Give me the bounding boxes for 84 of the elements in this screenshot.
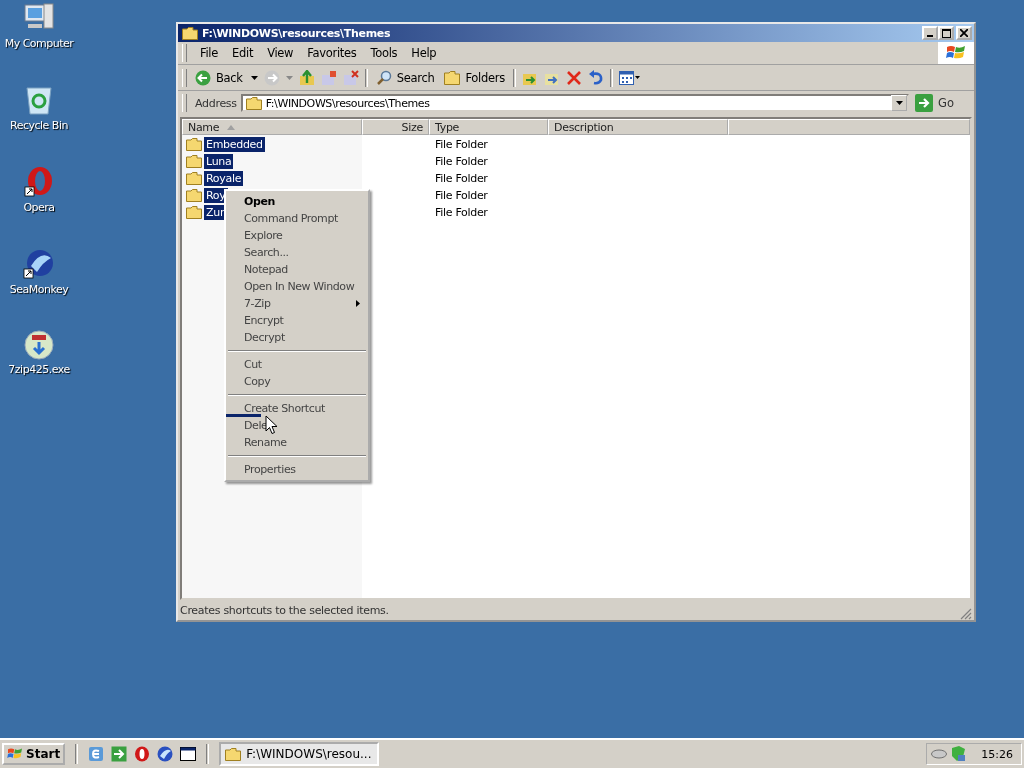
menu-item[interactable]: File (193, 46, 226, 60)
minimize-button[interactable] (922, 26, 938, 40)
menu-item[interactable]: View (260, 46, 301, 60)
context-menu-item[interactable]: Open In New Window (226, 278, 368, 295)
context-menu-item[interactable]: Copy (226, 373, 368, 390)
desktop-icon-label[interactable]: My Computer (4, 37, 74, 50)
window-title: F:\WINDOWS\resources\Themes (202, 26, 392, 40)
arrow-icon[interactable] (111, 746, 128, 762)
context-menu-item[interactable]: 7-Zip (226, 295, 368, 312)
context-menu-item[interactable]: Encrypt (226, 312, 368, 329)
search-icon (375, 69, 392, 86)
context-menu-item[interactable]: Search... (226, 244, 368, 261)
dropdown-arrow-icon (895, 101, 903, 105)
drive-icon[interactable] (931, 749, 948, 759)
desktop-icon-label[interactable]: SeaMonkey (9, 283, 69, 296)
menu-item[interactable]: Edit (225, 46, 261, 60)
context-menu-item[interactable]: Properties (226, 461, 368, 478)
mouse-cursor-icon (265, 415, 278, 435)
column-header[interactable]: Name (182, 119, 362, 135)
search-button[interactable]: Search (373, 67, 437, 88)
table-cell-text: File Folder (434, 189, 488, 202)
menu-item[interactable]: Help (404, 46, 444, 60)
installer-icon[interactable] (24, 330, 54, 360)
context-menu-item[interactable]: Cut (226, 356, 368, 373)
context-menu-item[interactable]: Open (226, 193, 368, 210)
taskbar-button[interactable]: F:\WINDOWS\resou... (219, 742, 380, 766)
column-header[interactable]: Description (548, 119, 728, 135)
seamonkey-icon[interactable] (157, 746, 174, 762)
column-header[interactable]: Type (429, 119, 548, 135)
go-button[interactable]: Go (911, 94, 974, 112)
folders-button[interactable]: Folders (442, 68, 507, 87)
context-menu-item[interactable]: Create Shortcut (226, 400, 368, 417)
resize-grip-icon[interactable] (960, 608, 972, 620)
browser-icon[interactable] (88, 746, 105, 762)
desktop-icon-label[interactable]: Opera (23, 201, 55, 214)
dropdown-arrow-icon[interactable] (250, 75, 258, 80)
start-button[interactable]: Start (2, 743, 66, 765)
column-header[interactable]: Size (362, 119, 429, 135)
file-name[interactable]: Embedded (204, 137, 265, 152)
shield-icon[interactable] (950, 746, 967, 762)
context-menu-item[interactable]: Decrypt (226, 329, 368, 346)
desktop-icon-label[interactable]: 7zip425.exe (8, 363, 70, 376)
table-cell-text: File Folder (434, 138, 488, 151)
folder-icon (444, 70, 461, 85)
context-menu-item[interactable]: Notepad (226, 261, 368, 278)
window-icon[interactable] (180, 747, 197, 761)
context-menu-item[interactable]: Rename (226, 434, 368, 451)
views-icon[interactable] (618, 70, 641, 85)
folder-icon (245, 96, 262, 110)
context-menu-item[interactable]: Explore (226, 227, 368, 244)
delete-icon[interactable] (565, 69, 582, 86)
maximize-button[interactable] (938, 26, 954, 40)
copy-to-icon[interactable] (342, 69, 359, 86)
context-menu-item[interactable]: Command Prompt (226, 210, 368, 227)
close-icon (960, 29, 968, 37)
undo-icon[interactable] (587, 69, 604, 86)
recycle-bin-icon[interactable] (25, 84, 53, 116)
desktop-icon-label[interactable]: Recycle Bin (10, 119, 68, 132)
folder-icon (225, 747, 242, 761)
sort-arrow-icon (227, 124, 236, 130)
opera-icon[interactable] (134, 746, 151, 762)
address-field[interactable]: F:\WINDOWS\resources\Themes (240, 94, 910, 112)
submenu-arrow-icon (356, 300, 360, 307)
back-button[interactable]: Back (193, 67, 245, 88)
dropdown-button[interactable] (891, 95, 908, 111)
windows-logo (938, 42, 974, 64)
up-folder-icon[interactable] (298, 69, 315, 86)
table-cell-text: File Folder (434, 206, 488, 219)
menu-item[interactable]: Tools (363, 46, 405, 60)
status-text: Creates shortcuts to the selected items. (180, 603, 389, 617)
table-cell-text: File Folder (434, 155, 488, 168)
windows-logo (7, 747, 23, 761)
folder-icon (182, 26, 198, 40)
menu-item[interactable]: Favorites (300, 46, 364, 60)
close-button[interactable] (956, 26, 972, 40)
maximize-icon (941, 28, 951, 38)
move-to-icon[interactable] (320, 69, 337, 86)
opera-icon[interactable] (24, 166, 54, 198)
clock: 15:26 (981, 747, 1013, 761)
seamonkey-icon[interactable] (23, 248, 55, 280)
file-name[interactable]: Royale (204, 171, 244, 186)
file-name[interactable]: Luna (204, 154, 234, 169)
table-cell-text: File Folder (434, 172, 488, 185)
address-label: Address (195, 96, 238, 110)
